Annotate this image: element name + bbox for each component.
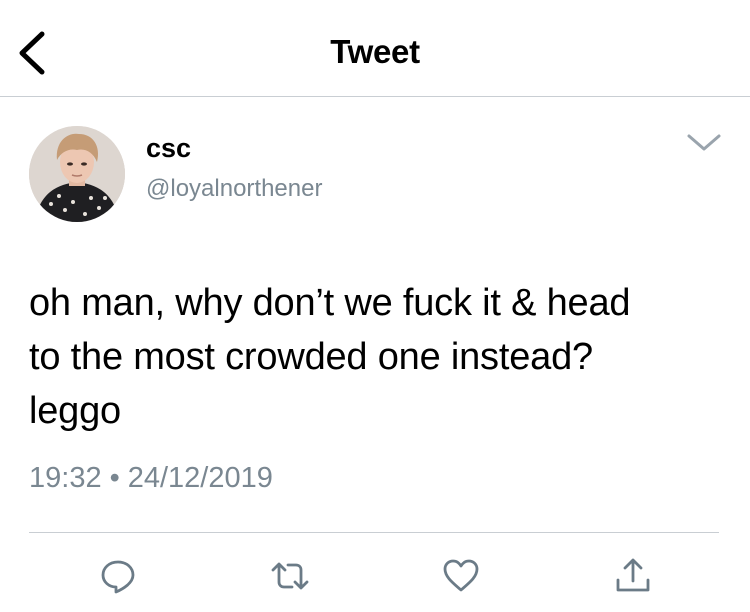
page-title: Tweet bbox=[330, 33, 420, 70]
author-display-name[interactable]: csc bbox=[146, 133, 191, 164]
tweet-date: 24/12/2019 bbox=[127, 462, 273, 494]
like-button[interactable] bbox=[441, 556, 481, 596]
share-button[interactable] bbox=[613, 556, 653, 596]
heart-icon bbox=[443, 559, 479, 592]
timestamp-separator: • bbox=[109, 462, 120, 494]
profile-photo bbox=[29, 126, 125, 222]
tweet-text-line: to the most crowded one instead? bbox=[29, 336, 593, 378]
tweet-text-line: leggo bbox=[29, 390, 121, 432]
retweet-button[interactable] bbox=[270, 556, 310, 596]
tweet-text: oh man, why don’t we fuck it & head to t… bbox=[29, 276, 729, 438]
divider bbox=[29, 532, 719, 533]
avatar[interactable] bbox=[29, 126, 125, 222]
tweet-time: 19:32 bbox=[29, 462, 102, 494]
chevron-down-icon bbox=[687, 134, 721, 151]
author-handle[interactable]: @loyalnorthener bbox=[146, 175, 322, 203]
share-icon bbox=[616, 558, 650, 592]
reply-icon bbox=[101, 560, 135, 594]
tweet-text-line: oh man, why don’t we fuck it & head bbox=[29, 282, 631, 324]
tweet-options-button[interactable] bbox=[686, 132, 722, 154]
tweet-timestamp: 19:32 • 24/12/2019 bbox=[29, 462, 273, 495]
navigation-bar: Tweet bbox=[0, 0, 750, 97]
retweet-icon bbox=[271, 562, 309, 590]
reply-button[interactable] bbox=[98, 556, 138, 596]
